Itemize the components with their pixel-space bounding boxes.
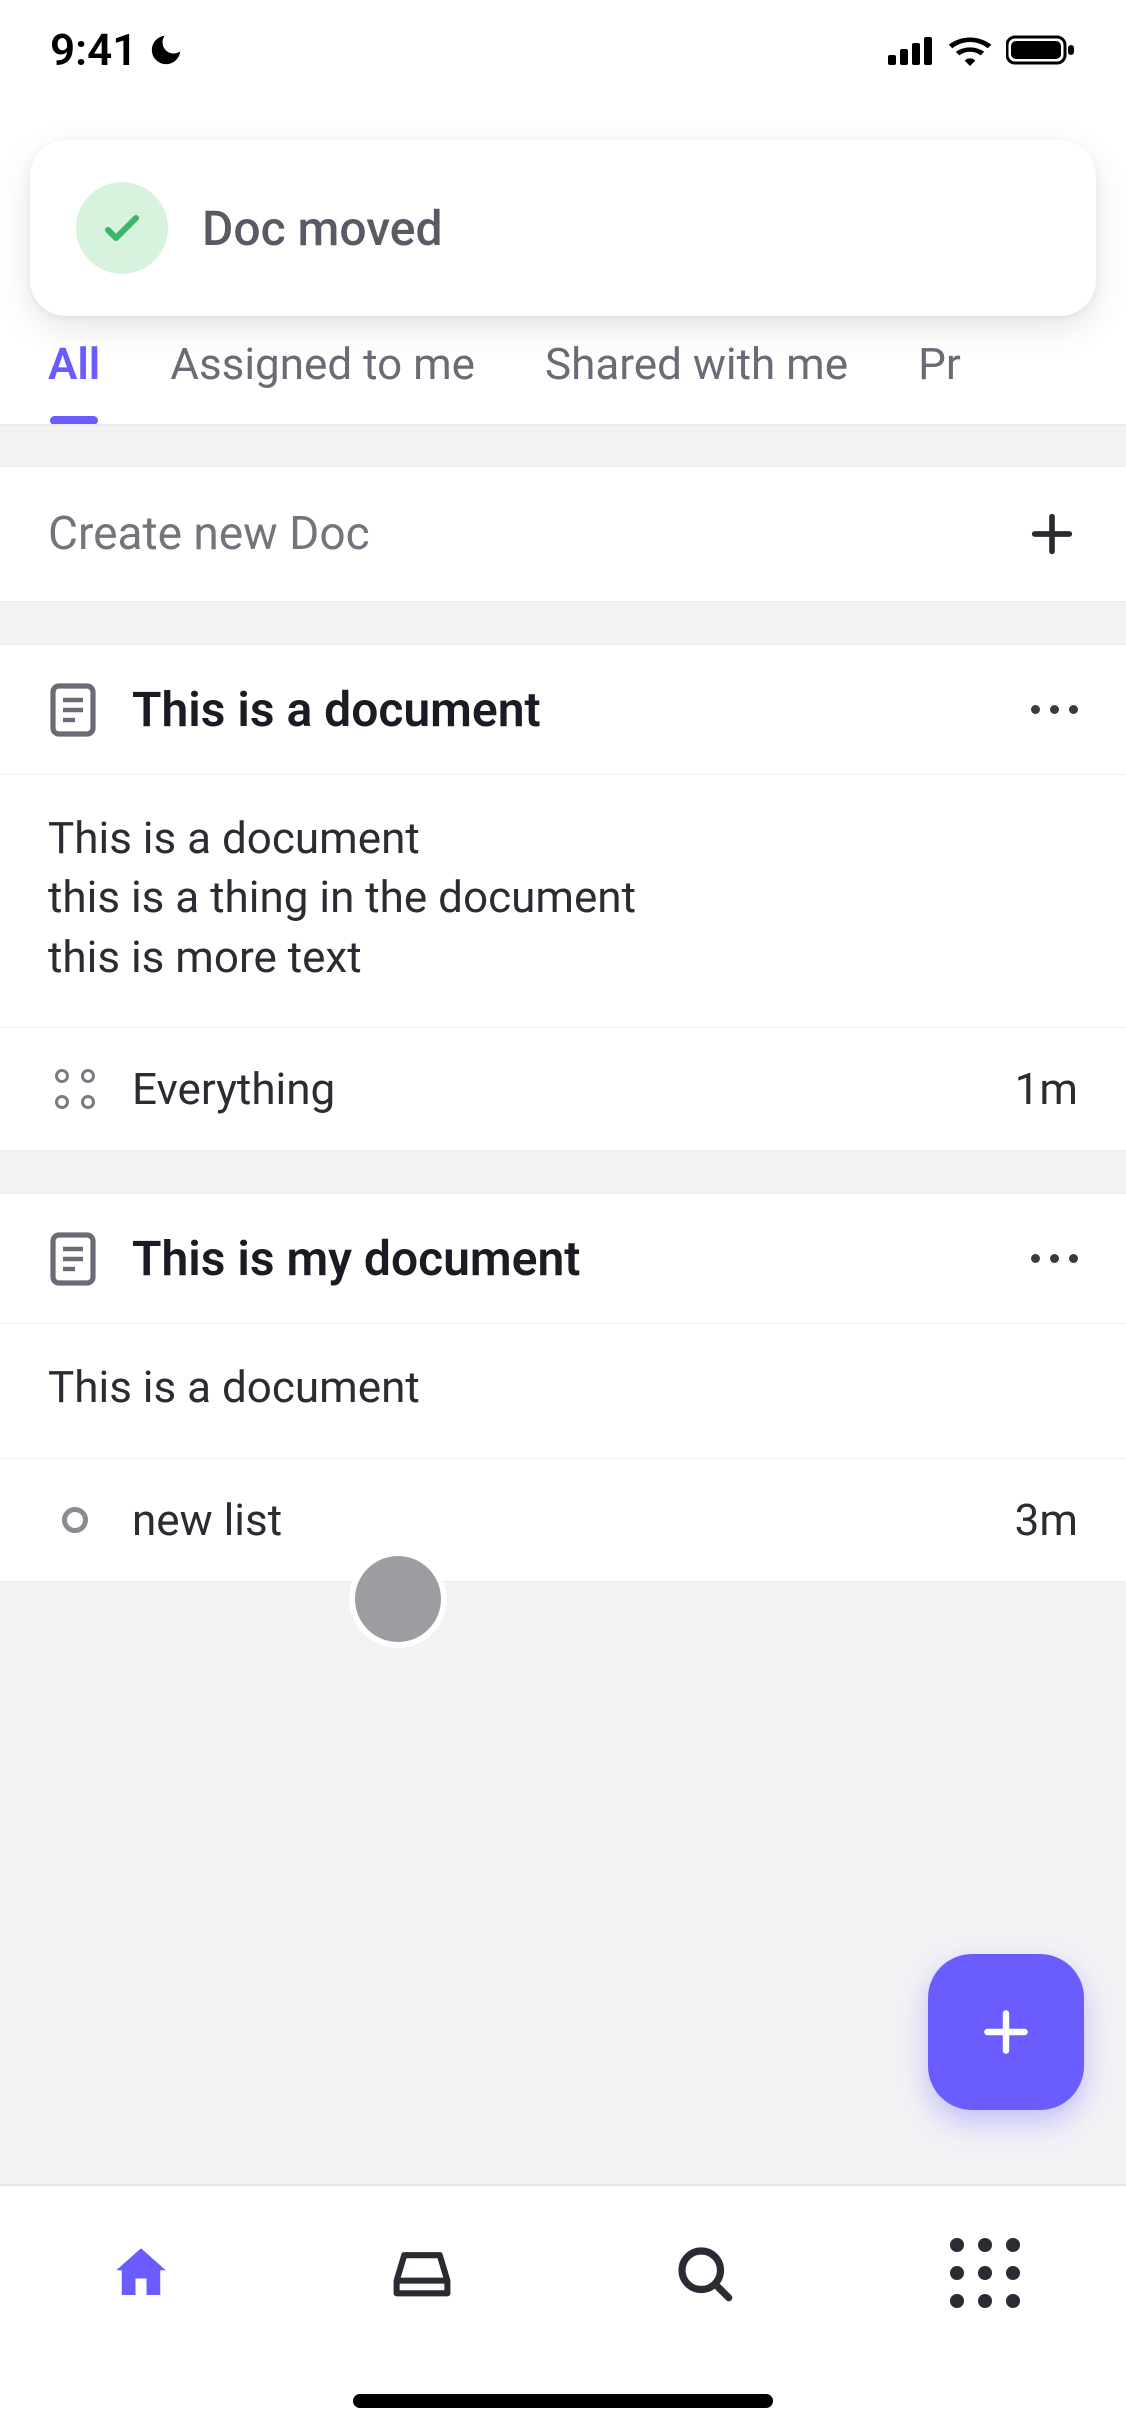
toast-message: Doc moved xyxy=(202,200,443,257)
document-icon xyxy=(48,1231,98,1287)
screen: 9:41 Doc moved All xyxy=(0,0,1126,2436)
fab-create-button[interactable] xyxy=(928,1954,1084,2110)
status-bar: 9:41 xyxy=(0,0,1126,100)
tabs: All Assigned to me Shared with me Pr xyxy=(0,298,1126,426)
apps-grid-icon xyxy=(950,2238,1020,2308)
status-time: 9:41 xyxy=(50,24,137,76)
doc-card[interactable]: This is a document This is a document th… xyxy=(0,644,1126,1151)
plus-icon xyxy=(1026,508,1078,560)
nav-home[interactable] xyxy=(81,2228,201,2318)
bottom-nav xyxy=(0,2184,1126,2436)
search-icon xyxy=(671,2240,737,2306)
doc-time: 3m xyxy=(1015,1494,1078,1546)
status-bar-right xyxy=(888,34,1076,66)
inbox-icon xyxy=(389,2244,455,2302)
nav-apps[interactable] xyxy=(925,2228,1045,2318)
tab-shared-with-me[interactable]: Shared with me xyxy=(545,328,848,424)
doc-title: This is my document xyxy=(132,1230,984,1287)
home-indicator[interactable] xyxy=(353,2394,773,2408)
doc-preview-line: This is a document xyxy=(48,1358,1078,1417)
tab-private-truncated[interactable]: Pr xyxy=(918,328,961,424)
doc-header: This is my document xyxy=(0,1194,1126,1324)
nav-search[interactable] xyxy=(644,2228,764,2318)
doc-time: 1m xyxy=(1015,1063,1078,1115)
doc-more-button[interactable] xyxy=(1018,705,1078,714)
more-horizontal-icon xyxy=(1018,1254,1078,1263)
doc-preview: This is a document this is a thing in th… xyxy=(0,775,1126,1028)
create-new-doc-row[interactable]: Create new Doc xyxy=(0,466,1126,602)
doc-card[interactable]: This is my document This is a document n… xyxy=(0,1193,1126,1581)
header-block: Doc moved All Assigned to me Shared with… xyxy=(0,100,1126,426)
document-icon xyxy=(48,682,98,738)
home-icon xyxy=(108,2240,174,2306)
doc-location-label[interactable]: new list xyxy=(132,1494,985,1546)
nav-inbox[interactable] xyxy=(362,2228,482,2318)
doc-preview: This is a document xyxy=(0,1324,1126,1458)
doc-header: This is a document xyxy=(0,645,1126,775)
cellular-icon xyxy=(888,35,934,65)
list-icon xyxy=(48,1493,102,1547)
plus-icon xyxy=(974,2000,1038,2064)
status-bar-left: 9:41 xyxy=(50,24,185,76)
wifi-icon xyxy=(948,34,992,66)
more-horizontal-icon xyxy=(1018,705,1078,714)
doc-footer: Everything 1m xyxy=(0,1028,1126,1151)
create-new-doc-label: Create new Doc xyxy=(48,507,370,561)
doc-location-label[interactable]: Everything xyxy=(132,1063,985,1115)
doc-title: This is a document xyxy=(132,681,984,738)
doc-more-button[interactable] xyxy=(1018,1254,1078,1263)
everything-icon xyxy=(48,1062,102,1116)
battery-icon xyxy=(1006,34,1076,66)
moon-icon xyxy=(147,31,185,69)
doc-preview-line: this is a thing in the document xyxy=(48,868,1078,927)
doc-preview-line: this is more text xyxy=(48,928,1078,987)
toast-doc-moved[interactable]: Doc moved xyxy=(30,140,1096,316)
check-icon xyxy=(76,182,168,274)
tab-assigned-to-me[interactable]: Assigned to me xyxy=(170,328,475,424)
touch-indicator-icon xyxy=(355,1556,441,1642)
doc-footer: new list 3m xyxy=(0,1459,1126,1582)
tab-all[interactable]: All xyxy=(48,328,100,424)
doc-preview-line: This is a document xyxy=(48,809,1078,868)
